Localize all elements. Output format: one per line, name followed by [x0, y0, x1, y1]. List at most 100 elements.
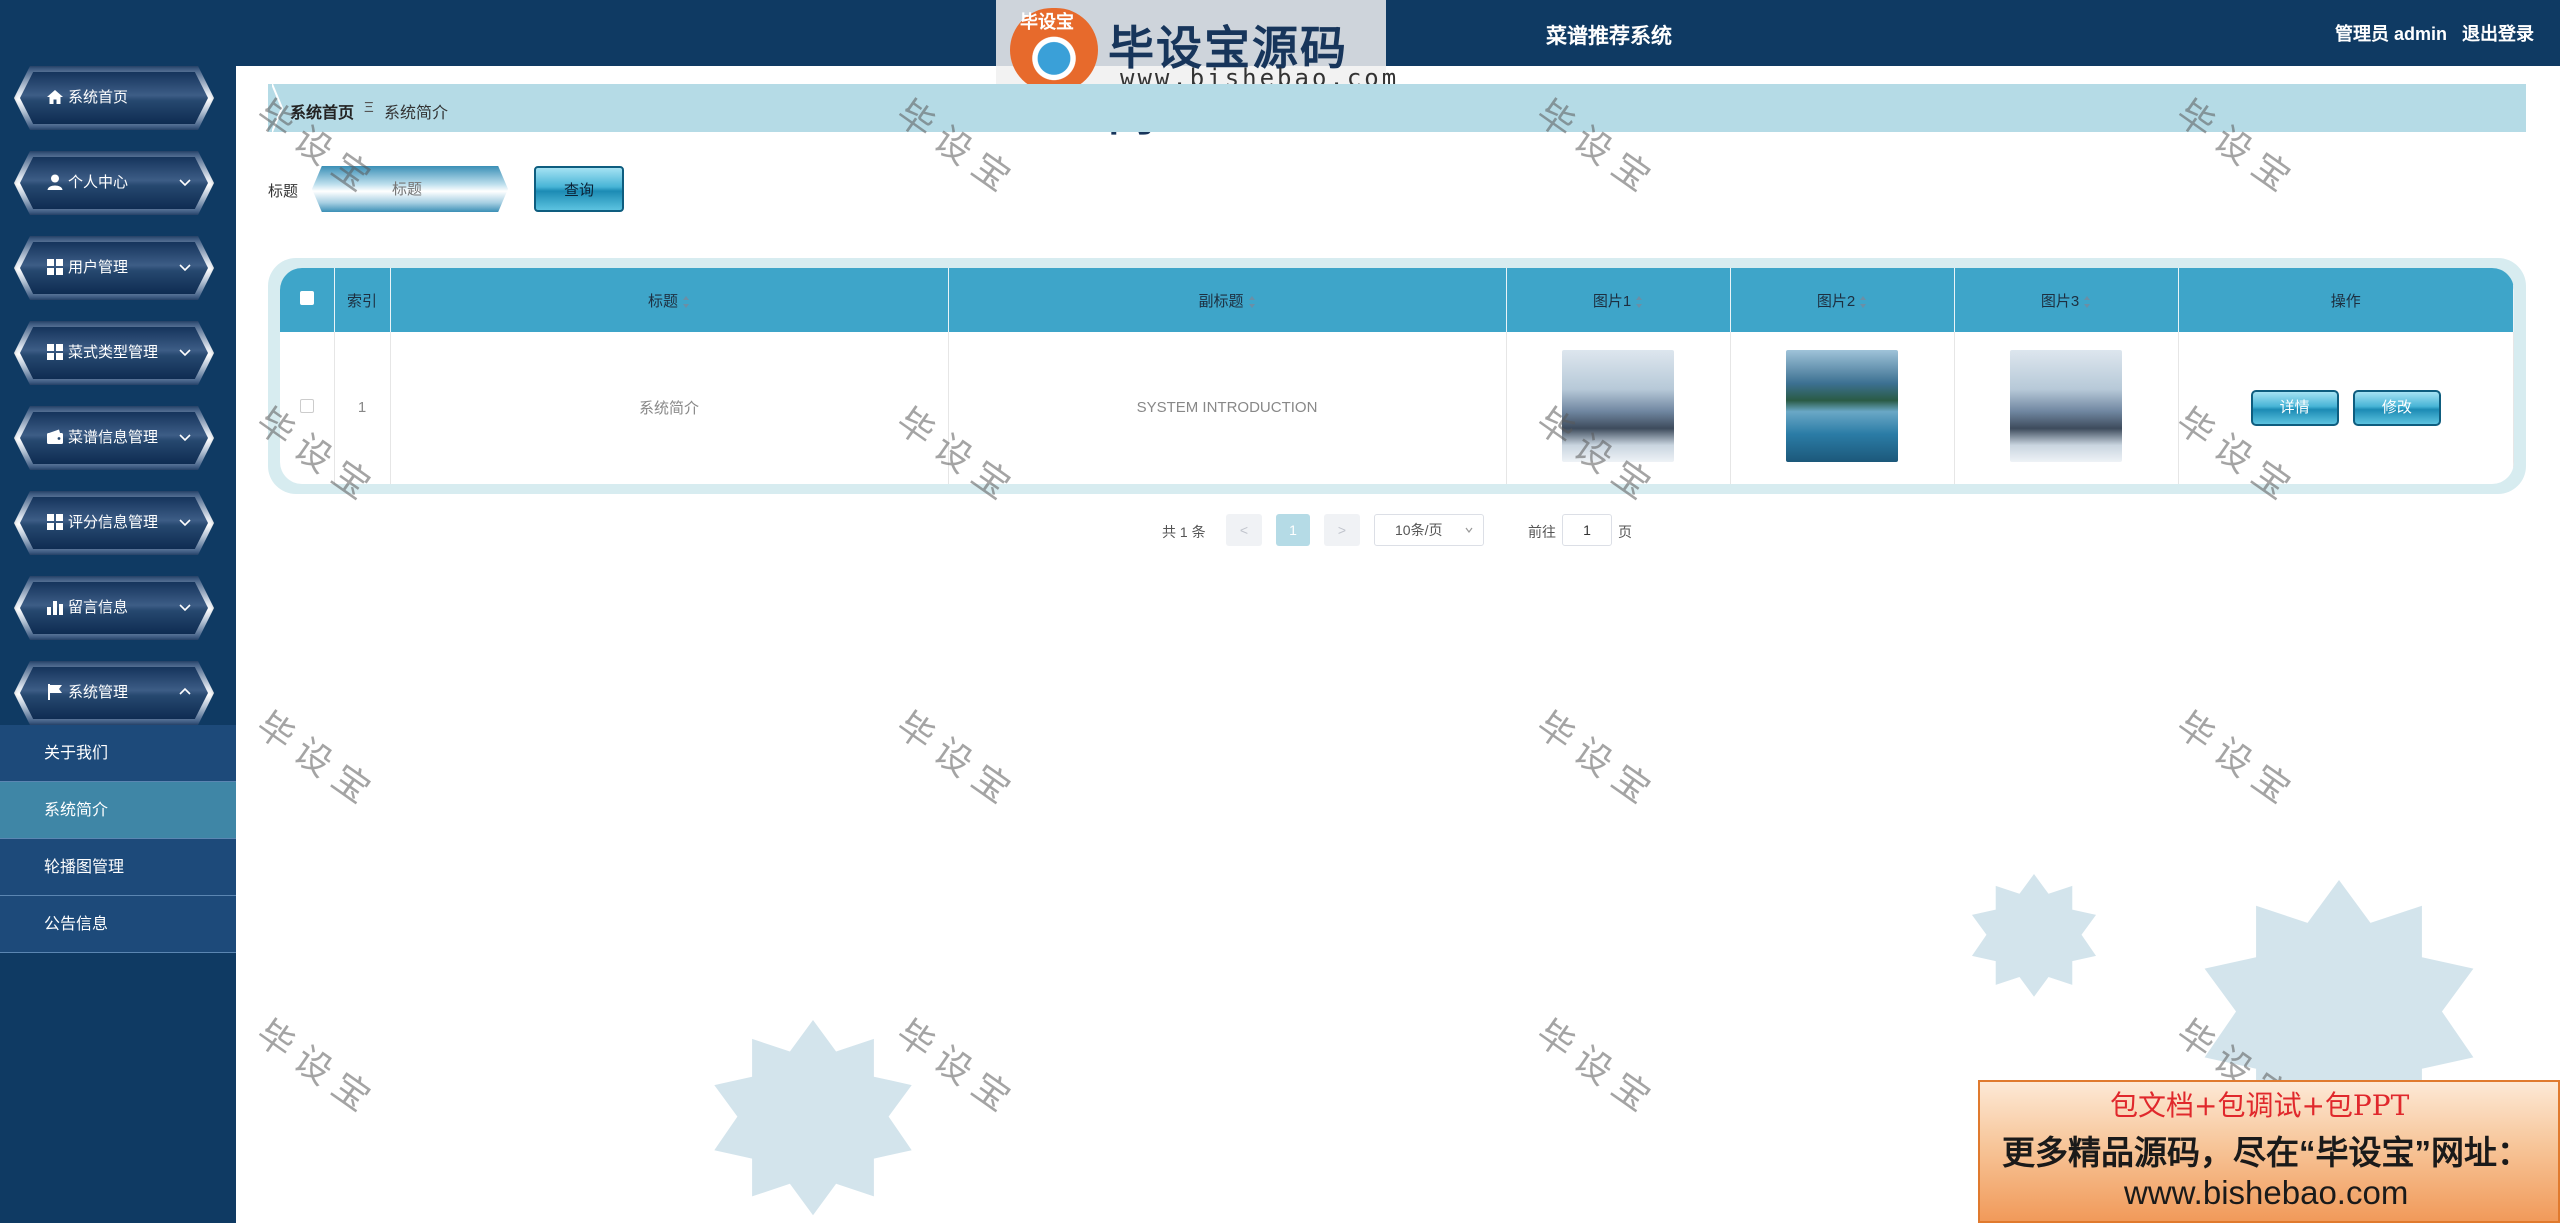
breadcrumb-arrow-icon — [272, 84, 284, 132]
watermark-text: 毕设宝 — [2168, 704, 2306, 818]
sidebar-item-label: 系统首页 — [68, 89, 129, 106]
select-all-cell — [280, 268, 335, 332]
column-header-image3[interactable]: 图片3 — [1954, 268, 2179, 332]
sidebar-item-label: 菜谱信息管理 — [68, 429, 159, 446]
table-header-row: 索引 标题 副标题 图片1 图片2 图片3 操作 — [280, 268, 2514, 332]
watermark-text: 毕设宝 — [888, 1012, 1026, 1126]
data-table: 索引 标题 副标题 图片1 图片2 图片3 操作 1 系统简介 SYSTEM I… — [280, 268, 2514, 484]
page-size-select[interactable]: 10条/页 — [1374, 514, 1484, 546]
breadcrumb-separator: Ξ — [364, 99, 374, 116]
sidebar-item-label: 菜式类型管理 — [68, 344, 159, 361]
submenu-item-notices[interactable]: 公告信息 — [0, 896, 236, 953]
column-header-title[interactable]: 标题 — [390, 268, 949, 332]
row-actions: 详情 修改 — [2178, 332, 2514, 484]
column-header-index: 索引 — [334, 268, 391, 332]
ad-banner[interactable]: 包文档+包调试+包PPT 更多精品源码，尽在“毕设宝”网址： www.bishe… — [1978, 1080, 2560, 1223]
sidebar-item-label: 用户管理 — [68, 259, 129, 276]
page-size-value: 10条/页 — [1395, 522, 1443, 538]
sort-icon[interactable] — [1635, 295, 1643, 309]
pagination-goto-input[interactable] — [1562, 514, 1612, 546]
watermark-text: 毕设宝 — [888, 704, 1026, 818]
flag-icon — [48, 684, 62, 700]
pagination-page-suffix: 页 — [1618, 524, 1632, 540]
row-image-3[interactable] — [2010, 349, 2122, 462]
row-title: 系统简介 — [390, 332, 949, 484]
sidebar-item-recipes[interactable]: 菜谱信息管理 — [14, 406, 214, 470]
decorative-star — [1971, 874, 2097, 997]
watermark-text: 毕设宝 — [1528, 1012, 1666, 1126]
sidebar-item-system[interactable]: 系统管理 — [14, 661, 214, 725]
sidebar-item-label: 系统管理 — [68, 684, 129, 701]
sidebar: 系统首页 个人中心 用户管理 菜式类型管理 菜谱信息管理 评分信息管理 留言信息 — [0, 0, 236, 1223]
chevron-down-icon — [179, 519, 191, 527]
wallet-icon — [47, 429, 63, 444]
bar-chart-icon — [47, 601, 63, 615]
edit-button[interactable]: 修改 — [2352, 389, 2441, 426]
submenu-item-carousel[interactable]: 轮播图管理 — [0, 839, 236, 896]
user-icon — [47, 174, 63, 190]
app-title: 菜谱推荐系统 — [1546, 25, 1672, 48]
row-image-1[interactable] — [1562, 349, 1674, 462]
ad-line-3: www.bishebao.com — [2124, 1174, 2409, 1211]
user-area: 管理员 admin 退出登录 — [2325, 20, 2534, 46]
submenu-item-intro[interactable]: 系统简介 — [0, 782, 236, 839]
watermark-text: 毕设宝 — [1528, 704, 1666, 818]
grid-icon — [47, 344, 63, 360]
column-header-actions: 操作 — [2178, 268, 2514, 332]
home-icon — [47, 90, 63, 104]
grid-icon — [47, 259, 63, 275]
row-select-cell — [280, 332, 335, 484]
sidebar-submenu: 关于我们 系统简介 轮播图管理 公告信息 — [0, 725, 236, 953]
row-index: 1 — [334, 332, 391, 484]
breadcrumb-home[interactable]: 系统首页 — [290, 99, 354, 123]
decorative-star — [714, 1020, 912, 1216]
sidebar-item-ratings[interactable]: 评分信息管理 — [14, 491, 214, 555]
select-all-checkbox[interactable] — [299, 291, 314, 305]
logout-link[interactable]: 退出登录 — [2462, 24, 2534, 44]
grid-icon — [47, 514, 63, 530]
pagination-prev-button[interactable]: < — [1226, 514, 1262, 546]
chevron-down-icon — [179, 434, 191, 442]
row-checkbox[interactable] — [299, 398, 314, 413]
table-container: 索引 标题 副标题 图片1 图片2 图片3 操作 1 系统简介 SYSTEM I… — [268, 258, 2526, 494]
sort-icon[interactable] — [2083, 295, 2091, 309]
sidebar-item-label: 评分信息管理 — [68, 514, 159, 531]
user-role-label: 管理员 admin — [2334, 24, 2447, 44]
sidebar-item-users[interactable]: 用户管理 — [14, 236, 214, 300]
table-row: 1 系统简介 SYSTEM INTRODUCTION 详情 修改 — [280, 332, 2514, 484]
chevron-down-icon — [179, 179, 191, 187]
column-header-image2[interactable]: 图片2 — [1730, 268, 1955, 332]
chevron-down-icon — [1465, 527, 1473, 533]
row-image-2[interactable] — [1786, 349, 1898, 462]
sort-icon[interactable] — [1248, 295, 1256, 309]
sort-icon[interactable] — [682, 295, 690, 309]
sidebar-item-label: 个人中心 — [68, 174, 129, 191]
column-header-image1[interactable]: 图片1 — [1506, 268, 1731, 332]
submenu-item-about[interactable]: 关于我们 — [0, 725, 236, 782]
breadcrumb: 系统首页 Ξ 系统简介 — [268, 84, 2526, 132]
sort-icon[interactable] — [1859, 295, 1867, 309]
breadcrumb-current: 系统简介 — [384, 105, 449, 122]
detail-button[interactable]: 详情 — [2250, 389, 2339, 426]
sidebar-item-dish-types[interactable]: 菜式类型管理 — [14, 321, 214, 385]
top-bar: 菜谱推荐系统 管理员 admin 退出登录 — [236, 0, 2560, 66]
ad-line-2: 更多精品源码，尽在“毕设宝”网址： — [2002, 1134, 2530, 1171]
chevron-up-icon — [179, 687, 191, 695]
chevron-down-icon — [179, 349, 191, 357]
search-button[interactable]: 查询 — [534, 166, 624, 212]
watermark-text: 毕设宝 — [248, 1012, 386, 1126]
sidebar-item-messages[interactable]: 留言信息 — [14, 576, 214, 640]
search-input[interactable] — [312, 166, 508, 212]
sidebar-item-profile[interactable]: 个人中心 — [14, 151, 214, 215]
chevron-down-icon — [179, 604, 191, 612]
logo-badge-text: 毕设宝 — [1020, 12, 1074, 32]
ad-line-1: 包文档+包调试+包PPT — [2110, 1089, 2410, 1122]
sidebar-item-home[interactable]: 系统首页 — [14, 66, 214, 130]
row-subtitle: SYSTEM INTRODUCTION — [948, 332, 1507, 484]
pagination-goto-label: 前往 — [1528, 524, 1556, 540]
column-header-subtitle[interactable]: 副标题 — [948, 268, 1507, 332]
pagination-next-button[interactable]: > — [1324, 514, 1360, 546]
pagination-page-1[interactable]: 1 — [1276, 514, 1310, 546]
sidebar-item-label: 留言信息 — [68, 599, 129, 616]
pagination-total: 共 1 条 — [1162, 524, 1206, 540]
